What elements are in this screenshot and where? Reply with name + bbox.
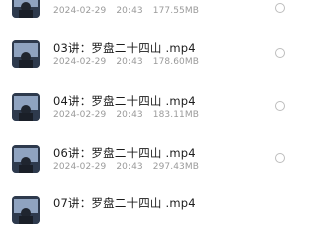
file-date: 2024-02-29	[53, 110, 107, 120]
file-time: 20:43	[116, 110, 143, 120]
file-size: 178.60MB	[152, 57, 199, 67]
file-name: 07讲：罗盘二十四山 .mp4	[53, 196, 196, 210]
select-radio[interactable]	[275, 153, 285, 163]
file-row[interactable]: 06讲：罗盘二十四山 .mp4 2024-02-29 20:43 297.43MB	[0, 141, 300, 185]
file-date: 2024-02-29	[53, 162, 107, 172]
file-size: 297.43MB	[152, 162, 199, 172]
select-radio[interactable]	[275, 48, 285, 58]
file-row[interactable]: 04讲：罗盘二十四山 .mp4 2024-02-29 20:43 183.11MB	[0, 89, 300, 133]
file-name: 03讲：罗盘二十四山 .mp4	[53, 41, 196, 55]
file-size: 183.11MB	[152, 110, 199, 120]
file-row[interactable]: 2024-02-29 20:43 177.55MB	[0, 0, 300, 26]
video-thumbnail-icon	[12, 145, 40, 173]
file-time: 20:43	[116, 6, 143, 16]
file-name: 04讲：罗盘二十四山 .mp4	[53, 94, 196, 108]
file-size: 177.55MB	[152, 6, 199, 16]
select-radio[interactable]	[275, 101, 285, 111]
file-date: 2024-02-29	[53, 6, 107, 16]
file-meta: 2024-02-29 20:43 297.43MB	[53, 162, 209, 172]
file-meta: 2024-02-29 20:43 178.60MB	[53, 57, 209, 67]
file-list: 2024-02-29 20:43 177.55MB 03讲：罗盘二十四山 .mp4 …	[0, 0, 300, 224]
file-meta: 2024-02-29 20:43 183.11MB	[53, 110, 209, 120]
file-row[interactable]: 07讲：罗盘二十四山 .mp4	[0, 193, 300, 237]
video-thumbnail-icon	[12, 196, 40, 224]
file-date: 2024-02-29	[53, 57, 107, 67]
video-thumbnail-icon	[12, 93, 40, 121]
video-thumbnail-icon	[12, 0, 40, 18]
file-meta: 2024-02-29 20:43 177.55MB	[53, 6, 209, 16]
select-radio[interactable]	[275, 3, 285, 13]
file-row[interactable]: 03讲：罗盘二十四山 .mp4 2024-02-29 20:43 178.60MB	[0, 36, 300, 80]
file-name: 06讲：罗盘二十四山 .mp4	[53, 146, 196, 160]
video-thumbnail-icon	[12, 40, 40, 68]
file-time: 20:43	[116, 162, 143, 172]
file-time: 20:43	[116, 57, 143, 67]
